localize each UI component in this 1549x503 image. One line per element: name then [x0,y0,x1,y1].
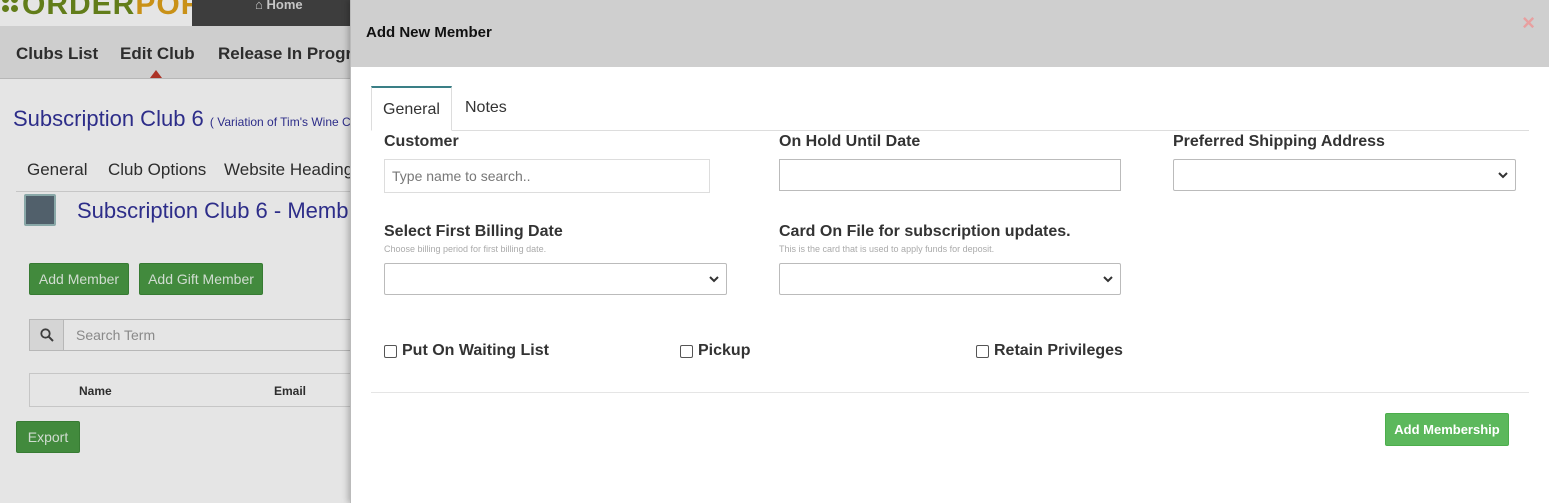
first-billing-select[interactable] [384,263,727,295]
card-on-file-help: This is the card that is used to apply f… [779,244,995,254]
add-member-modal: Add New Member × General Notes Customer … [350,0,1549,503]
tab-notes[interactable]: Notes [454,86,518,131]
on-hold-until-input[interactable] [779,159,1121,191]
modal-title: Add New Member [366,24,492,41]
retain-privileges-checkbox[interactable] [976,344,989,358]
waiting-list-option[interactable]: Put On Waiting List [384,342,549,360]
preferred-shipping-select[interactable] [1173,159,1516,191]
card-on-file-select[interactable] [779,263,1121,295]
modal-tabs: General Notes [371,86,1529,131]
tab-general[interactable]: General [371,86,452,131]
footer-divider [371,392,1529,393]
chevron-down-icon [1498,172,1508,179]
modal-header: Add New Member × [351,0,1549,67]
chevron-down-icon [1103,276,1113,283]
customer-label: Customer [384,133,459,150]
first-billing-label: Select First Billing Date [384,223,563,240]
customer-search-input[interactable] [384,159,710,193]
pickup-option[interactable]: Pickup [680,342,750,360]
on-hold-until-label: On Hold Until Date [779,133,921,150]
waiting-list-checkbox[interactable] [384,344,397,358]
retain-privileges-label: Retain Privileges [994,342,1123,359]
retain-privileges-option[interactable]: Retain Privileges [976,342,1123,360]
add-membership-button[interactable]: Add Membership [1385,413,1509,446]
waiting-list-label: Put On Waiting List [402,342,549,359]
chevron-down-icon [709,276,719,283]
pickup-checkbox[interactable] [680,344,693,358]
close-icon[interactable]: × [1522,10,1535,36]
preferred-shipping-label: Preferred Shipping Address [1173,133,1385,150]
card-on-file-label: Card On File for subscription updates. [779,223,1071,240]
pickup-label: Pickup [698,342,751,359]
first-billing-help: Choose billing period for first billing … [384,244,547,254]
